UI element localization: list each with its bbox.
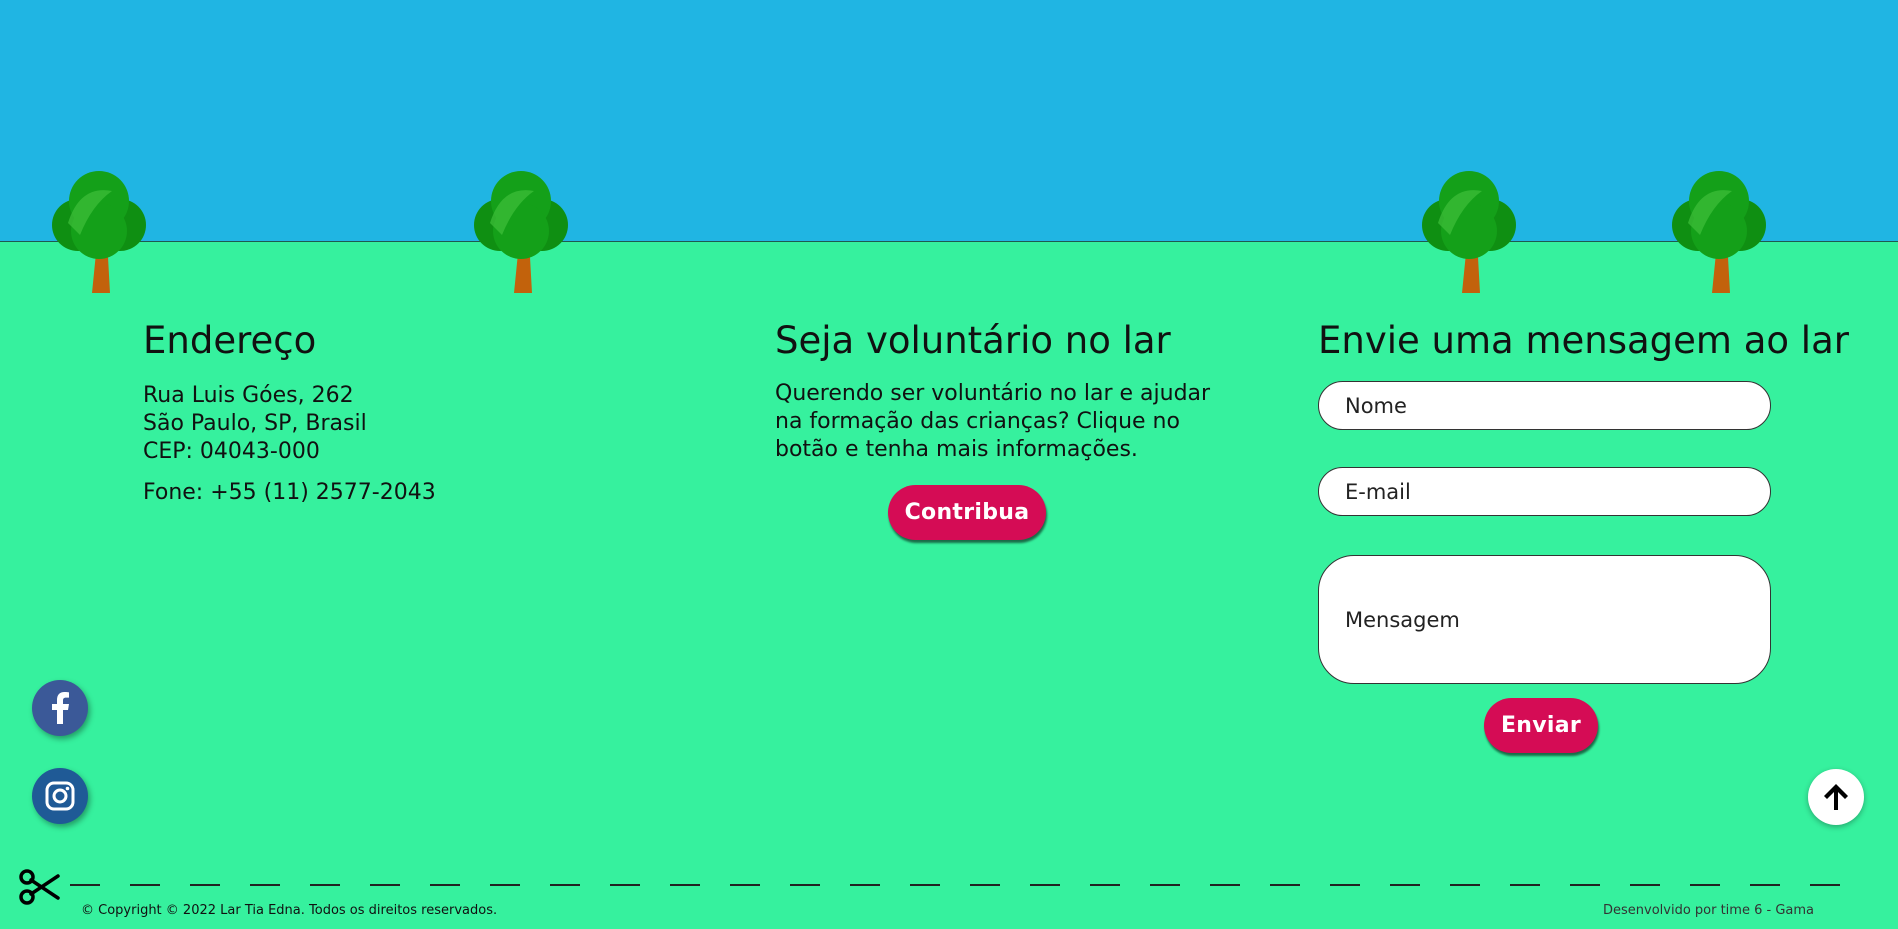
address-title: Endereço	[143, 319, 317, 362]
copyright-text: © Copyright © 2022 Lar Tia Edna. Todos o…	[81, 903, 498, 918]
sky-background	[0, 0, 1898, 241]
message-textarea[interactable]: Mensagem	[1318, 555, 1771, 684]
send-button[interactable]: Enviar	[1484, 698, 1598, 753]
address-city: São Paulo, SP, Brasil	[143, 411, 367, 436]
message-form-title: Envie uma mensagem ao lar	[1318, 319, 1849, 362]
arrow-up-icon	[1824, 784, 1848, 810]
cut-line-divider	[70, 884, 1860, 886]
instagram-icon	[45, 781, 75, 811]
volunteer-description: Querendo ser voluntário no lar e ajudar …	[775, 381, 1211, 462]
address-phone: Fone: +55 (11) 2577-2043	[143, 480, 436, 505]
tree-icon	[1660, 165, 1778, 293]
instagram-button[interactable]	[32, 768, 88, 824]
tree-icon	[1410, 165, 1528, 293]
name-input[interactable]: Nome	[1318, 381, 1771, 430]
address-cep: CEP: 04043-000	[143, 439, 320, 464]
volunteer-title: Seja voluntário no lar	[775, 319, 1171, 362]
tree-icon	[40, 165, 158, 293]
facebook-button[interactable]	[32, 680, 88, 736]
contribute-button[interactable]: Contribua	[888, 485, 1046, 540]
scissors-icon	[19, 869, 60, 905]
back-to-top-button[interactable]	[1808, 769, 1864, 825]
email-input[interactable]: E-mail	[1318, 467, 1771, 516]
address-street: Rua Luis Góes, 262	[143, 383, 354, 408]
facebook-icon	[52, 692, 69, 724]
developer-credit: Desenvolvido por time 6 - Gama	[1602, 903, 1814, 918]
tree-icon	[462, 165, 580, 293]
